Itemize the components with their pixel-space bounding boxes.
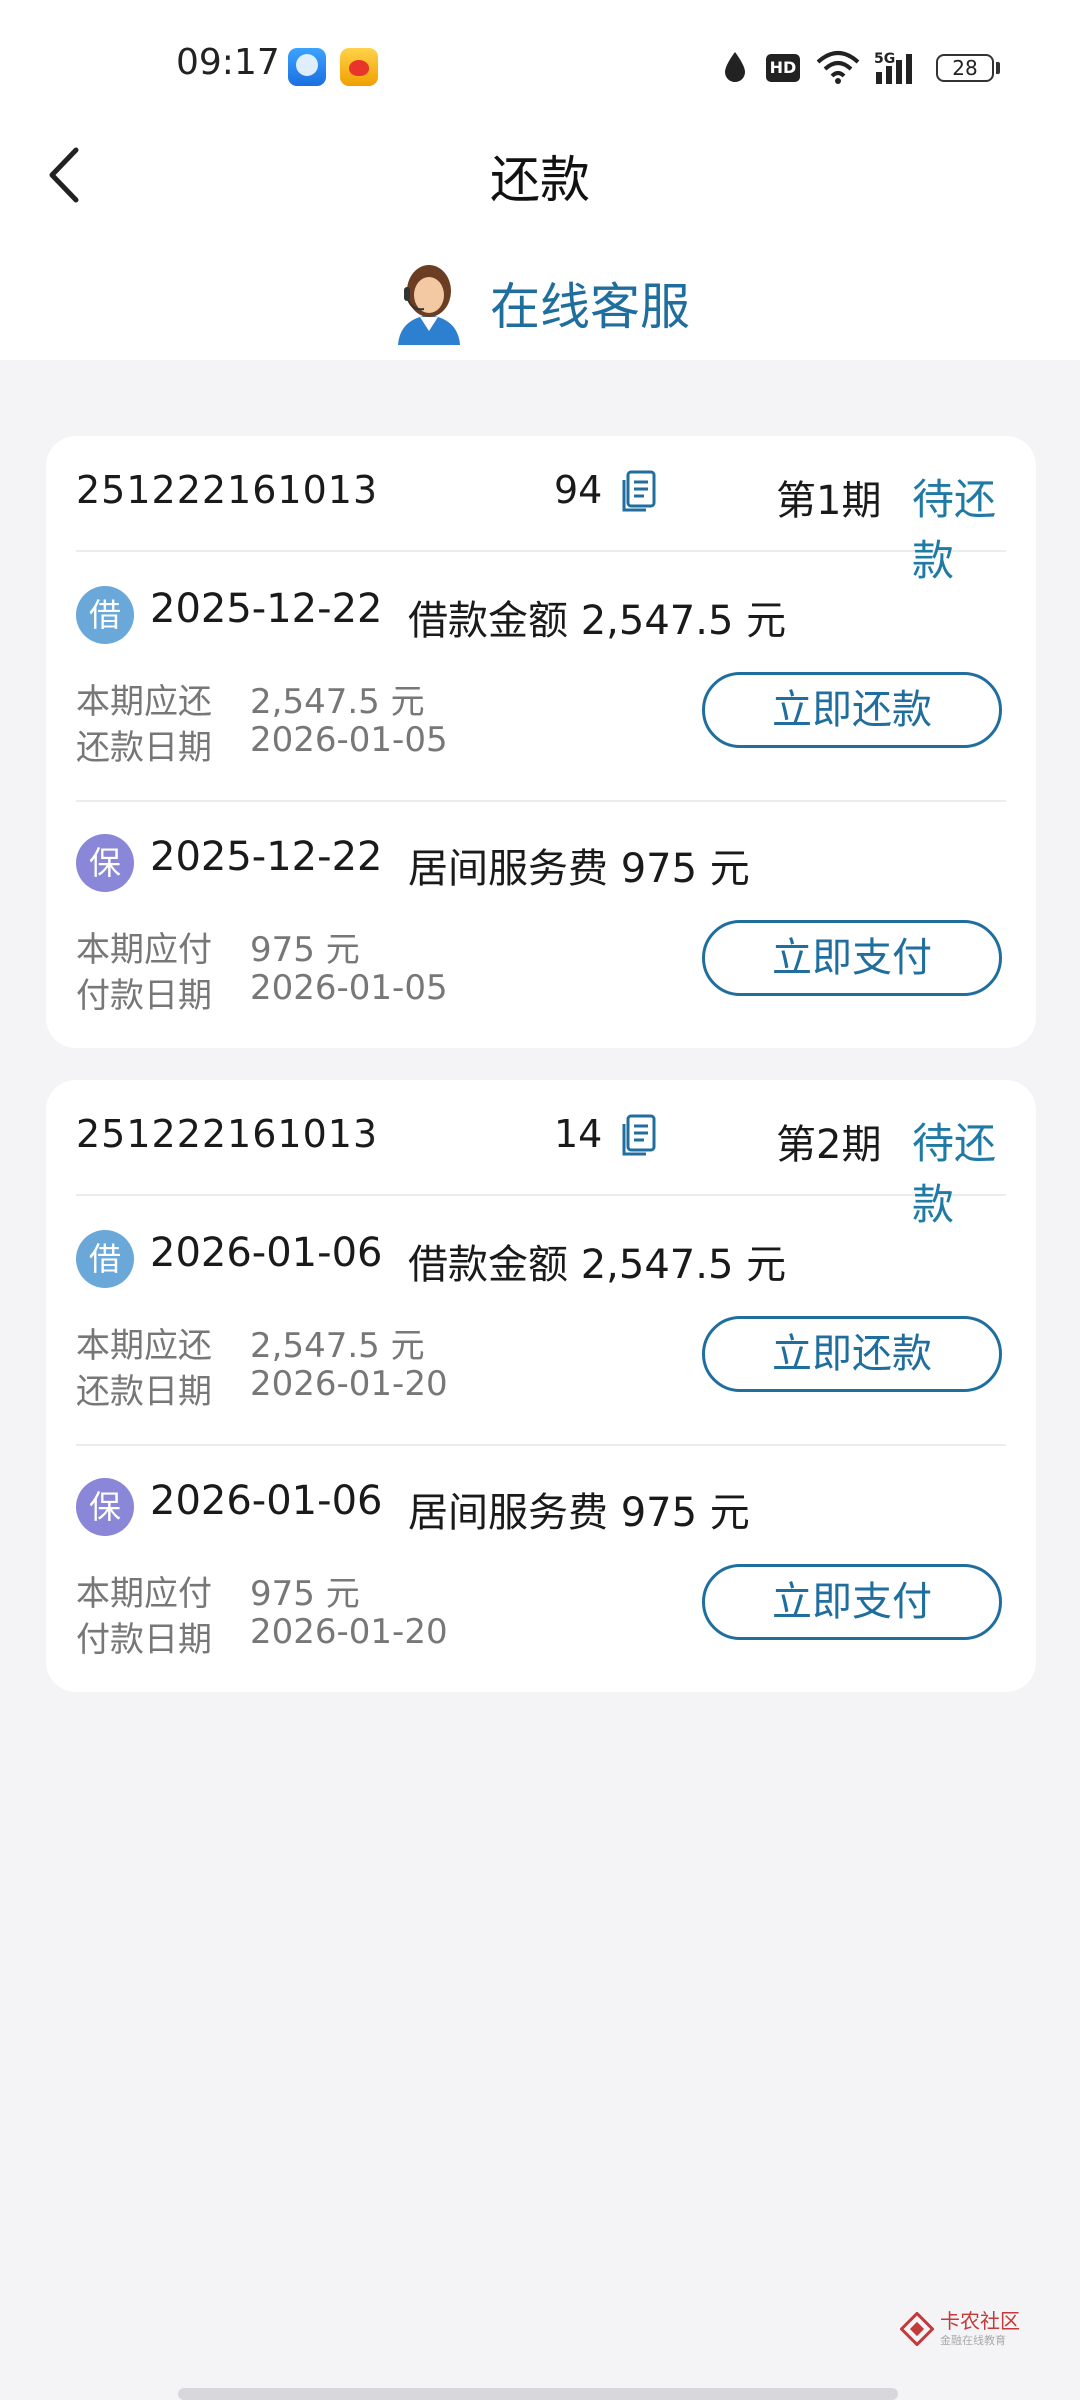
loan-date: 2025-12-22 xyxy=(150,586,383,632)
payment-date-label: 付款日期 xyxy=(76,976,212,1016)
weibo-icon xyxy=(340,48,378,86)
loan-amount: 借款金额 2,547.5 元 xyxy=(408,1242,787,1288)
notification-app-icon xyxy=(288,48,326,86)
installment-card: 251222161013 14 第2期 待还款 借 2026-01-06 借款金… xyxy=(46,1080,1036,1692)
guarantee-badge: 保 xyxy=(76,834,134,892)
due-amount-value: 2,547.5 元 xyxy=(250,682,425,722)
card-header: 251222161013 14 第2期 待还款 xyxy=(76,1080,1006,1229)
svg-text:5G: 5G xyxy=(874,51,895,67)
order-number-tail: 14 xyxy=(554,1112,603,1156)
status-bar: 09:17 HD 5G 28 xyxy=(0,0,1080,136)
guarantee-badge: 保 xyxy=(76,1478,134,1536)
copy-icon[interactable] xyxy=(622,1114,658,1156)
cellular-signal-icon: 5G xyxy=(874,51,912,84)
watermark-logo-icon xyxy=(900,2312,934,2346)
service-fee-row: 保 2026-01-06 居间服务费 975 元 本期应付 975 元 付款日期… xyxy=(76,1444,1006,1692)
loan-row: 借 2025-12-22 借款金额 2,547.5 元 本期应还 2,547.5… xyxy=(76,552,1006,802)
payment-date-label: 付款日期 xyxy=(76,1620,212,1660)
online-service-label: 在线客服 xyxy=(490,278,690,336)
payable-amount-value: 975 元 xyxy=(250,930,360,970)
fee-date: 2026-01-06 xyxy=(150,1478,383,1524)
pay-now-button[interactable]: 立即支付 xyxy=(702,920,1002,996)
watermark: 卡农社区 金融在线教育 xyxy=(900,2310,1020,2348)
loan-date: 2026-01-06 xyxy=(150,1230,383,1276)
order-number: 251222161013 xyxy=(76,1112,379,1156)
due-date-label: 还款日期 xyxy=(76,1372,212,1412)
due-date-value: 2026-01-20 xyxy=(250,1364,448,1404)
service-fee-row: 保 2025-12-22 居间服务费 975 元 本期应付 975 元 付款日期… xyxy=(76,800,1006,1048)
repay-now-button[interactable]: 立即还款 xyxy=(702,1316,1002,1392)
pay-now-button[interactable]: 立即支付 xyxy=(702,1564,1002,1640)
customer-service-avatar-icon xyxy=(398,265,460,345)
due-amount-value: 2,547.5 元 xyxy=(250,1326,425,1366)
service-fee-amount: 居间服务费 975 元 xyxy=(408,1490,750,1536)
wifi-icon xyxy=(816,51,860,84)
payable-amount-label: 本期应付 xyxy=(76,1574,212,1614)
service-fee-amount: 居间服务费 975 元 xyxy=(408,846,750,892)
period-label: 第1期 xyxy=(776,478,882,524)
loan-row: 借 2026-01-06 借款金额 2,547.5 元 本期应还 2,547.5… xyxy=(76,1196,1006,1446)
due-date-label: 还款日期 xyxy=(76,728,212,768)
repay-now-button[interactable]: 立即还款 xyxy=(702,672,1002,748)
payment-date-value: 2026-01-20 xyxy=(250,1612,448,1652)
hd-icon: HD xyxy=(766,54,800,82)
loan-amount: 借款金额 2,547.5 元 xyxy=(408,598,787,644)
due-date-value: 2026-01-05 xyxy=(250,720,448,760)
status-time: 09:17 xyxy=(176,42,280,83)
watermark-name: 卡农社区 xyxy=(940,2309,1020,2333)
copy-icon[interactable] xyxy=(622,470,658,512)
page-title: 还款 xyxy=(490,151,590,209)
installment-card: 251222161013 94 第1期 待还款 借 2025-12-22 借款金… xyxy=(46,436,1036,1048)
gesture-bar[interactable] xyxy=(178,2388,898,2400)
due-amount-label: 本期应还 xyxy=(76,682,212,722)
payment-date-value: 2026-01-05 xyxy=(250,968,448,1008)
battery-icon: 28 xyxy=(936,54,994,82)
online-service-button[interactable]: 在线客服 xyxy=(392,258,690,348)
order-number-tail: 94 xyxy=(554,468,603,512)
order-number: 251222161013 xyxy=(76,468,379,512)
data-saver-icon xyxy=(725,52,745,82)
loan-badge: 借 xyxy=(76,1230,134,1288)
watermark-tagline: 金融在线教育 xyxy=(940,2334,1006,2347)
loan-badge: 借 xyxy=(76,586,134,644)
payable-amount-label: 本期应付 xyxy=(76,930,212,970)
period-label: 第2期 xyxy=(776,1122,882,1168)
payable-amount-value: 975 元 xyxy=(250,1574,360,1614)
battery-tip xyxy=(996,62,1000,74)
due-amount-label: 本期应还 xyxy=(76,1326,212,1366)
card-header: 251222161013 94 第1期 待还款 xyxy=(76,436,1006,585)
fee-date: 2025-12-22 xyxy=(150,834,383,880)
